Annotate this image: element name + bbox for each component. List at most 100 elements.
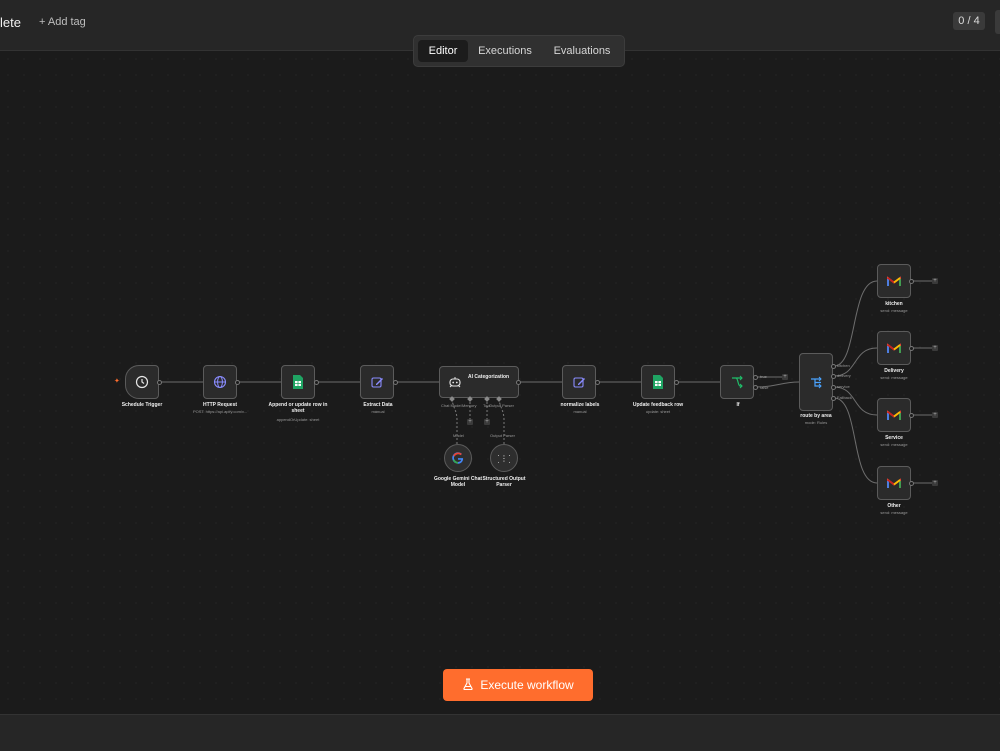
update-feedback-label: Update feedback row bbox=[632, 402, 684, 408]
if-label: If bbox=[736, 402, 740, 408]
output-handle[interactable] bbox=[674, 380, 679, 385]
route-by-area-label: route by area bbox=[800, 413, 832, 419]
extract-data-sub: manual bbox=[371, 409, 385, 414]
gmail-icon bbox=[878, 399, 910, 431]
output-handle[interactable] bbox=[909, 413, 914, 418]
execute-workflow-label: Execute workflow bbox=[480, 678, 574, 692]
node-if[interactable] bbox=[720, 365, 754, 399]
view-tabs: Editor Executions Evaluations bbox=[413, 35, 625, 67]
node-normalize-labels[interactable] bbox=[562, 365, 596, 399]
braces-icon: {⋮} bbox=[491, 445, 517, 471]
node-append-row[interactable] bbox=[281, 365, 315, 399]
node-gmail-delivery[interactable] bbox=[877, 331, 911, 365]
update-feedback-sub: update: sheet bbox=[645, 409, 671, 414]
gmail-kitchen-label: kitchen bbox=[885, 301, 903, 307]
gmail-other-sub: send: message bbox=[880, 510, 908, 515]
node-ai-categorization[interactable]: AI Categorization bbox=[439, 366, 519, 398]
ai-categorization-label: AI Categorization bbox=[468, 374, 510, 380]
gmail-service-sub: send: message bbox=[880, 442, 908, 447]
edit-icon bbox=[563, 366, 595, 398]
gmail-delivery-label: Delivery bbox=[884, 368, 904, 374]
service-add-button[interactable]: + bbox=[932, 412, 938, 418]
output-handle[interactable] bbox=[595, 380, 600, 385]
route-port-delivery: delivery bbox=[837, 373, 851, 378]
node-gmail-service[interactable] bbox=[877, 398, 911, 432]
google-icon bbox=[445, 445, 471, 471]
http-request-sub: POST: https://api.apify.com/v... bbox=[192, 409, 248, 414]
structured-output-label: Structured Output Parser bbox=[482, 476, 526, 488]
normalize-labels-sub: manual bbox=[573, 409, 587, 414]
edit-icon bbox=[361, 366, 393, 398]
gmail-delivery-sub: send: message bbox=[880, 375, 908, 380]
append-row-label: Append or update row in sheet bbox=[268, 402, 328, 414]
clock-icon bbox=[126, 366, 158, 398]
route-kitchen-handle[interactable] bbox=[831, 364, 836, 369]
globe-icon bbox=[204, 366, 236, 398]
robot-icon bbox=[440, 367, 470, 397]
if-true-add-button[interactable]: + bbox=[782, 374, 788, 380]
other-add-button[interactable]: + bbox=[932, 480, 938, 486]
node-update-feedback-row[interactable] bbox=[641, 365, 675, 399]
route-fallback-handle[interactable] bbox=[831, 396, 836, 401]
route-delivery-handle[interactable] bbox=[831, 374, 836, 379]
kitchen-add-button[interactable]: + bbox=[932, 278, 938, 284]
port-memory: Memory bbox=[462, 403, 477, 408]
node-route-by-area[interactable] bbox=[799, 353, 833, 411]
output-handle[interactable] bbox=[909, 279, 914, 284]
schedule-trigger-label: Schedule Trigger bbox=[121, 402, 163, 408]
bottom-panel bbox=[0, 714, 1000, 751]
parser-port-output: Output Parser bbox=[490, 433, 515, 438]
normalize-labels-label: normalize labels bbox=[560, 402, 600, 408]
output-handle[interactable] bbox=[157, 380, 162, 385]
node-gmail-other[interactable] bbox=[877, 466, 911, 500]
add-memory-button[interactable]: + bbox=[467, 419, 473, 425]
google-sheets-icon bbox=[282, 366, 314, 398]
tab-executions[interactable]: Executions bbox=[472, 40, 538, 62]
add-tool-button[interactable]: + bbox=[484, 419, 490, 425]
if-port-false: false bbox=[760, 385, 769, 390]
http-request-label: HTTP Request bbox=[202, 402, 238, 408]
edge-route-kitchen bbox=[833, 280, 878, 367]
output-handle[interactable] bbox=[314, 380, 319, 385]
tab-editor[interactable]: Editor bbox=[418, 40, 468, 62]
output-handle[interactable] bbox=[235, 380, 240, 385]
delivery-add-button[interactable]: + bbox=[932, 345, 938, 351]
node-extract-data[interactable] bbox=[360, 365, 394, 399]
gmail-service-label: Service bbox=[885, 435, 903, 441]
gmail-icon bbox=[878, 467, 910, 499]
node-gmail-kitchen[interactable] bbox=[877, 264, 911, 298]
output-handle[interactable] bbox=[516, 380, 521, 385]
google-sheets-icon bbox=[642, 366, 674, 398]
node-structured-output-parser[interactable]: {⋮} bbox=[490, 444, 518, 472]
svg-text:{⋮}: {⋮} bbox=[498, 454, 510, 463]
tab-evaluations[interactable]: Evaluations bbox=[544, 40, 620, 62]
flask-icon bbox=[462, 677, 474, 693]
route-port-service: service bbox=[837, 384, 850, 389]
if-false-handle[interactable] bbox=[753, 385, 758, 390]
trigger-bolt-icon: ✦ bbox=[114, 378, 120, 385]
gmail-kitchen-sub: send: message bbox=[880, 308, 908, 313]
gmail-icon bbox=[878, 332, 910, 364]
route-by-area-sub: mode: Rules bbox=[804, 420, 828, 425]
output-handle[interactable] bbox=[909, 346, 914, 351]
gmail-other-label: Other bbox=[887, 503, 901, 509]
port-output-parser: Output Parser bbox=[489, 403, 514, 408]
branch-icon bbox=[721, 366, 753, 398]
route-service-handle[interactable] bbox=[831, 385, 836, 390]
if-true-handle[interactable] bbox=[753, 375, 758, 380]
gemini-port-model: Model bbox=[453, 433, 464, 438]
edge-route-service bbox=[833, 386, 878, 416]
gmail-icon bbox=[878, 265, 910, 297]
output-handle[interactable] bbox=[909, 481, 914, 486]
port-chat-model: Chat Model bbox=[441, 403, 462, 408]
node-http-request[interactable] bbox=[203, 365, 237, 399]
route-port-kitchen: kitchen bbox=[837, 363, 850, 368]
output-handle[interactable] bbox=[393, 380, 398, 385]
extract-data-label: Extract Data bbox=[363, 402, 393, 408]
execute-workflow-button[interactable]: Execute workflow bbox=[443, 669, 593, 701]
route-port-fallback: Fallback bbox=[837, 395, 852, 400]
node-schedule-trigger[interactable] bbox=[125, 365, 159, 399]
router-icon bbox=[800, 354, 832, 410]
append-row-sub: appendOrUpdate: sheet bbox=[276, 417, 320, 422]
node-google-gemini[interactable] bbox=[444, 444, 472, 472]
